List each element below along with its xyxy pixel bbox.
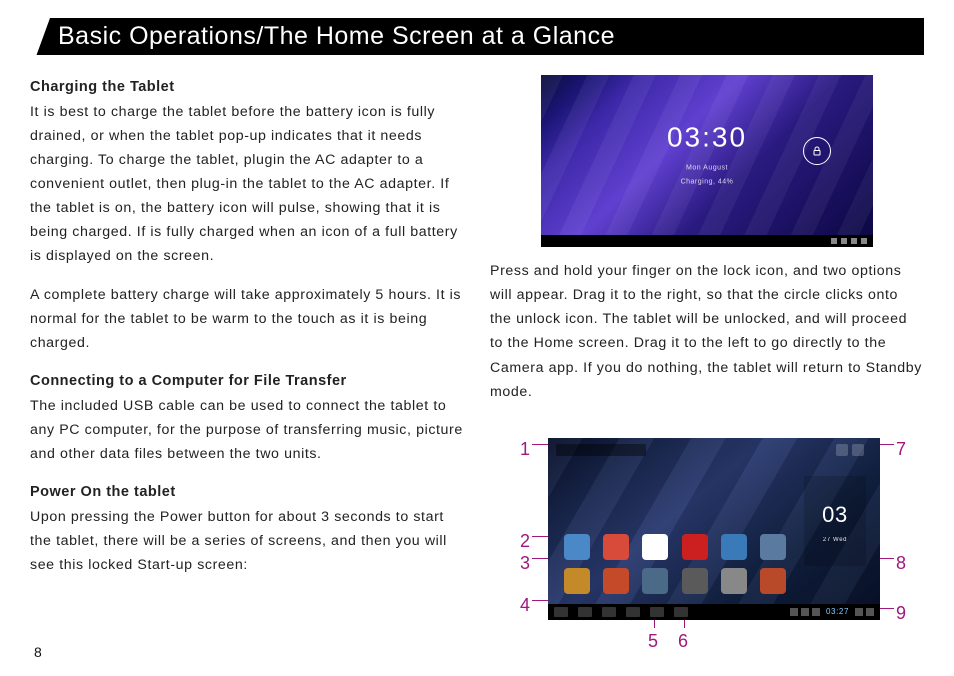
app-icon [682, 534, 708, 560]
top-right-icons [836, 444, 872, 456]
lockscreen-date: Mon August [667, 163, 747, 175]
app-icon [760, 568, 786, 594]
notification-icon [801, 608, 809, 616]
callout-5: 5 [648, 626, 659, 657]
app-icon [564, 568, 590, 594]
battery-icon [866, 608, 874, 616]
text-charging-1: It is best to charge the tablet before t… [30, 104, 458, 265]
widget-hour: 03 [822, 496, 848, 533]
app-icon [721, 568, 747, 594]
app-icon [682, 568, 708, 594]
heading-poweron: Power On the tablet [30, 484, 176, 500]
app-drawer-icon [836, 444, 848, 456]
callout-6: 6 [678, 626, 689, 657]
app-icon [760, 534, 786, 560]
app-icon [721, 534, 747, 560]
screenshot-icon [626, 607, 640, 617]
text-charging-2: A complete battery charge will take appr… [30, 283, 464, 355]
status-time: 03:27 [826, 605, 849, 619]
notification-icon [812, 608, 820, 616]
app-icon [564, 534, 590, 560]
page-title-text: Basic Operations/The Home Screen at a Gl… [58, 22, 615, 50]
vol-down-icon [650, 607, 664, 617]
lock-icon [803, 137, 831, 165]
menu-icon [852, 444, 864, 456]
callout-9: 9 [896, 598, 907, 629]
lockscreen-image: 03:30 Mon August Charging, 44% [541, 75, 873, 247]
page-title: Basic Operations/The Home Screen at a Gl… [30, 18, 924, 55]
left-column: Charging the Tablet It is best to charge… [30, 75, 464, 591]
wifi-icon [855, 608, 863, 616]
lockscreen-bottombar [541, 235, 873, 247]
notification-icon [790, 608, 798, 616]
content-columns: Charging the Tablet It is best to charge… [30, 75, 924, 591]
app-icon [603, 568, 629, 594]
text-poweron: Upon pressing the Power button for about… [30, 509, 447, 573]
app-icon [642, 534, 668, 560]
text-connecting: The included USB cable can be used to co… [30, 398, 463, 462]
app-icon [603, 534, 629, 560]
page-number: 8 [34, 644, 42, 660]
callout-3: 3 [520, 548, 531, 579]
callout-8: 8 [896, 548, 907, 579]
app-icon [642, 568, 668, 594]
heading-charging: Charging the Tablet [30, 79, 175, 95]
right-column: 03:30 Mon August Charging, 44% Press and… [490, 75, 924, 591]
callout-1: 1 [520, 434, 531, 465]
recent-icon [602, 607, 616, 617]
lockscreen-clock: 03:30 Mon August Charging, 44% [667, 113, 747, 188]
status-tray: 03:27 [790, 605, 874, 619]
lockscreen-status: Charging, 44% [667, 176, 747, 188]
navigation-bar: 03:27 [548, 604, 880, 620]
search-bar-icon [556, 444, 646, 456]
vol-up-icon [674, 607, 688, 617]
text-lockscreen-instructions: Press and hold your finger on the lock i… [490, 259, 924, 404]
back-icon [554, 607, 568, 617]
home-icon [578, 607, 592, 617]
clock-widget: 03 27 Wed [804, 476, 866, 566]
widget-date: 27 Wed [823, 535, 847, 545]
app-grid [560, 534, 790, 594]
lockscreen-time: 03:30 [667, 113, 747, 161]
homescreen-image: 03 27 Wed [548, 438, 880, 620]
callout-7: 7 [896, 434, 907, 465]
heading-connecting: Connecting to a Computer for File Transf… [30, 373, 347, 389]
callout-4: 4 [520, 590, 531, 621]
